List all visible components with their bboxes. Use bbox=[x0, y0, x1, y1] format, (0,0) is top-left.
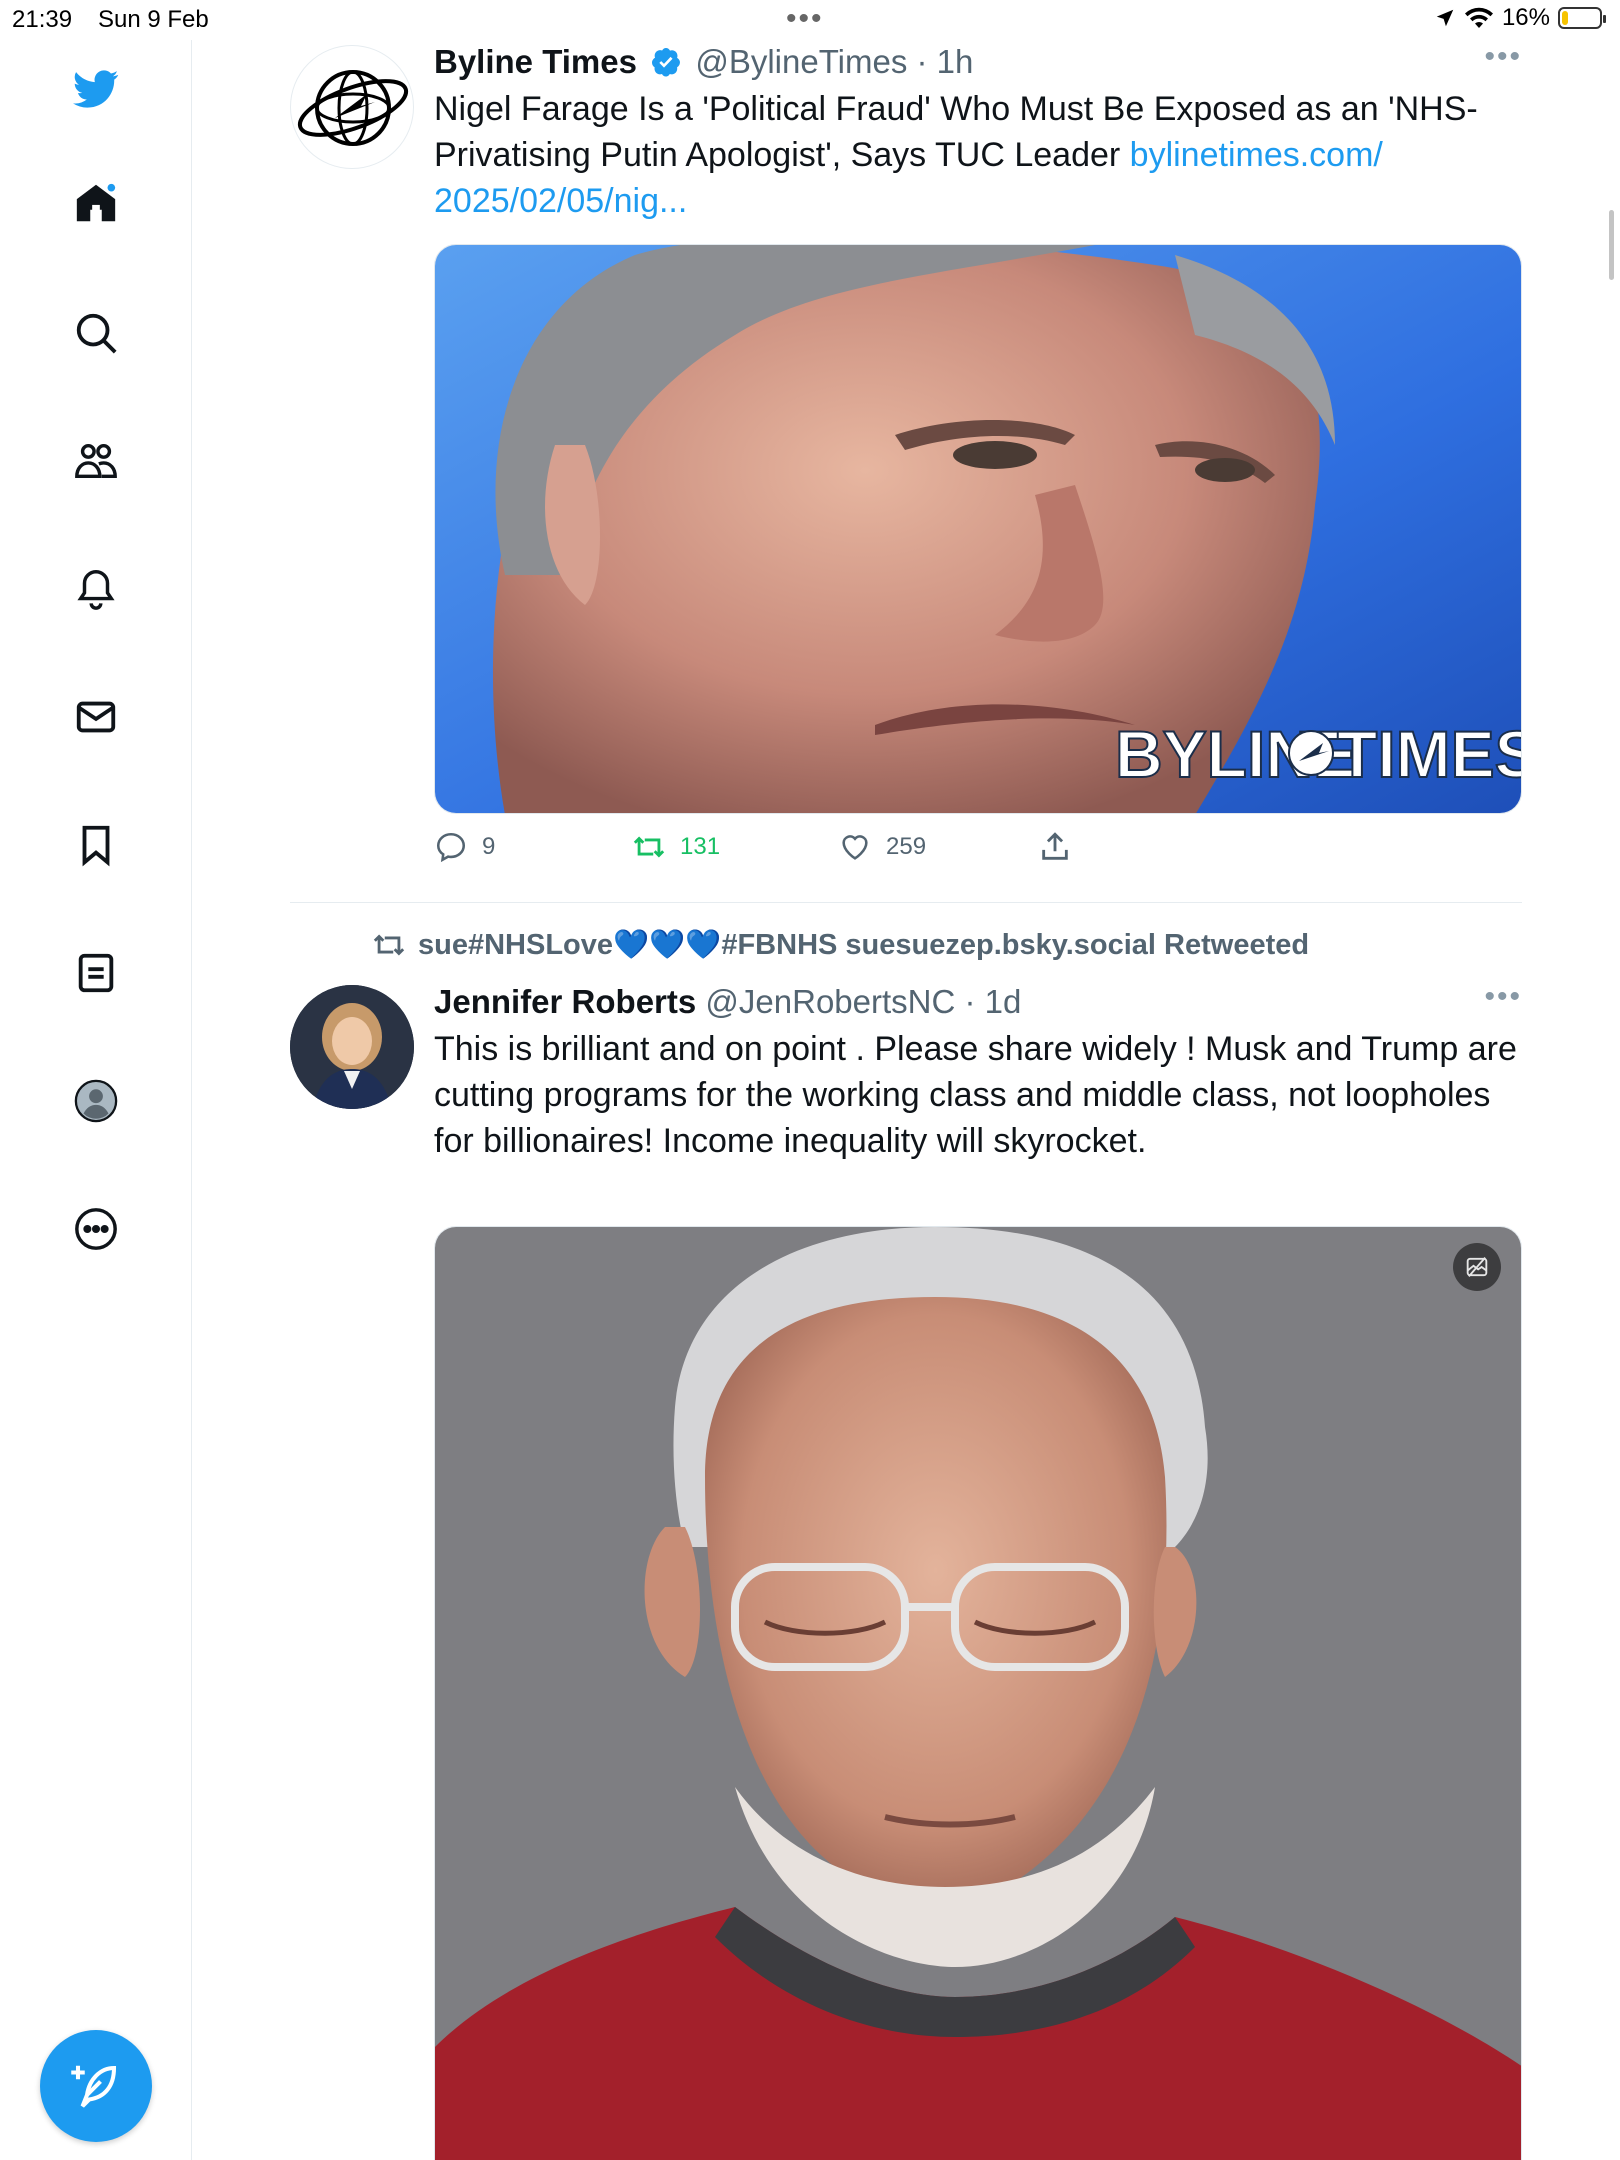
retweeted-by-bar[interactable]: sue#NHSLove💙💙💙#FBNHS suesuezep.bsky.soci… bbox=[372, 928, 1309, 962]
tweet[interactable]: Byline Times @BylineTimes · 1h ••• Nigel… bbox=[290, 40, 1522, 900]
tweet-header: Byline Times @BylineTimes · 1h bbox=[434, 40, 1522, 84]
nav-home-icon[interactable] bbox=[71, 178, 121, 228]
compose-feather-icon bbox=[71, 2065, 117, 2108]
share-icon bbox=[1042, 832, 1068, 860]
status-bar: 21:39 Sun 9 Feb ••• 16% bbox=[0, 0, 1620, 40]
nav-communities-icon[interactable] bbox=[71, 436, 121, 486]
tweet-divider bbox=[290, 902, 1522, 903]
scrollbar[interactable] bbox=[1609, 210, 1614, 280]
tweet-image[interactable] bbox=[434, 1226, 1522, 2160]
nav-search-icon[interactable] bbox=[71, 308, 121, 358]
battery-percent: 16% bbox=[1501, 4, 1550, 31]
tweet-time[interactable]: · 1d bbox=[965, 983, 1022, 1020]
status-date: Sun 9 Feb bbox=[98, 6, 209, 33]
nav-profile-avatar-icon[interactable] bbox=[71, 1076, 121, 1126]
reply-button[interactable]: 9 bbox=[434, 830, 632, 864]
retweet-button[interactable]: 131 bbox=[632, 830, 838, 864]
sidebar bbox=[0, 40, 192, 2160]
reply-icon bbox=[436, 832, 466, 863]
nav-bookmarks-icon[interactable] bbox=[71, 820, 121, 870]
nav-messages-icon[interactable] bbox=[71, 692, 121, 742]
retweet-icon bbox=[633, 836, 665, 858]
multitasking-dots[interactable]: ••• bbox=[786, 2, 824, 36]
wifi-icon bbox=[1464, 7, 1493, 28]
watermark-times: TIMES bbox=[1337, 717, 1522, 791]
nav-lists-icon[interactable] bbox=[71, 948, 121, 998]
jennifer-roberts-avatar[interactable] bbox=[290, 985, 414, 1109]
tweet-text: This is brilliant and on point . Please … bbox=[434, 1030, 1517, 1160]
retweet-count: 131 bbox=[680, 833, 721, 860]
retweet-icon bbox=[373, 934, 405, 956]
tweet-image[interactable]: BYLINE TIMES bbox=[434, 244, 1522, 814]
retweeted-by-text[interactable]: sue#NHSLove💙💙💙#FBNHS suesuezep.bsky.soci… bbox=[418, 928, 1309, 962]
tweet-actions: 9 131 259 bbox=[434, 830, 1072, 864]
like-button[interactable]: 259 bbox=[838, 830, 1038, 864]
tweet-header: Jennifer Roberts @JenRobertsNC · 1d bbox=[434, 980, 1522, 1024]
verified-badge-icon bbox=[652, 48, 681, 77]
tweet-more-icon[interactable]: ••• bbox=[1484, 980, 1522, 1014]
byline-times-avatar[interactable] bbox=[290, 45, 414, 169]
tweet[interactable]: Jennifer Roberts @JenRobertsNC · 1d ••• … bbox=[290, 980, 1522, 2160]
heart-icon bbox=[842, 835, 868, 860]
reply-count: 9 bbox=[482, 833, 496, 860]
nav-notifications-icon[interactable] bbox=[71, 564, 121, 614]
like-count: 259 bbox=[886, 833, 927, 860]
location-icon bbox=[1436, 9, 1454, 27]
compose-tweet-button[interactable] bbox=[40, 2030, 152, 2142]
author-name[interactable]: Jennifer Roberts bbox=[434, 983, 696, 1020]
author-handle[interactable]: @JenRobertsNC bbox=[705, 983, 955, 1020]
share-button[interactable] bbox=[1038, 830, 1072, 864]
author-handle[interactable]: @BylineTimes bbox=[695, 43, 907, 80]
author-name[interactable]: Byline Times bbox=[434, 43, 637, 80]
nav-more-icon[interactable] bbox=[71, 1204, 121, 1254]
battery-icon bbox=[1558, 7, 1606, 29]
image-alt-icon bbox=[1466, 1257, 1488, 1277]
tweet-text: Nigel Farage Is a 'Political Fraud' Who … bbox=[434, 90, 1478, 220]
tweet-more-icon[interactable]: ••• bbox=[1484, 40, 1522, 74]
timeline-feed[interactable]: Byline Times @BylineTimes · 1h ••• Nigel… bbox=[192, 40, 1620, 2160]
twitter-logo-icon[interactable] bbox=[71, 64, 121, 114]
status-time: 21:39 bbox=[12, 6, 73, 33]
tweet-time[interactable]: · 1h bbox=[917, 43, 974, 80]
alt-text-badge[interactable] bbox=[1453, 1243, 1501, 1291]
